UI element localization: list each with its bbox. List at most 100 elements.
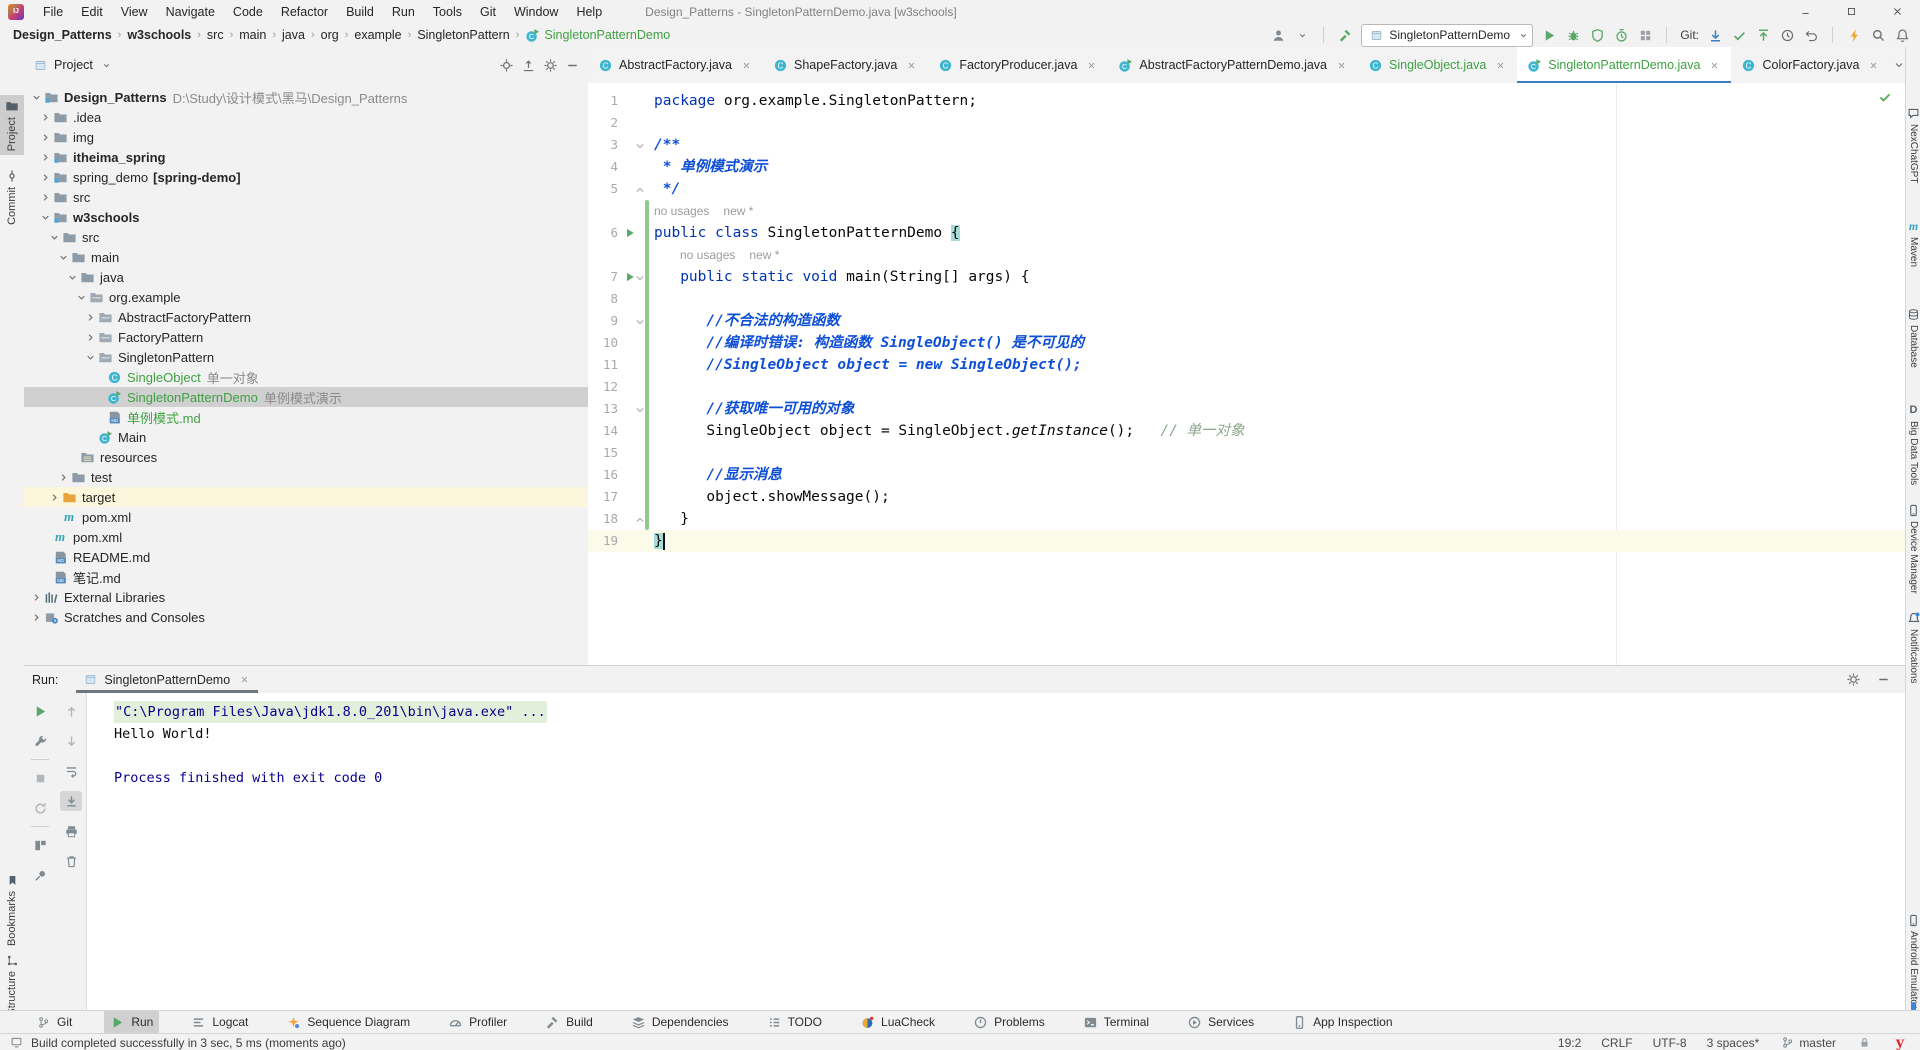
next-occurrence-button[interactable] [60,731,82,751]
chevron-right-icon[interactable] [39,113,52,122]
close-window-button[interactable] [1874,0,1920,23]
stripe-item-project[interactable]: Project [0,95,24,156]
code-line-6[interactable]: 6 public class SingletonPatternDemo { [588,222,1905,244]
stripe-item-android-emulator[interactable]: Android Emulator [1906,909,1920,1012]
menu-run[interactable]: Run [383,0,424,23]
code-editor[interactable]: 1 package org.example.SingletonPattern; 2 3… [588,83,1905,665]
code-line-10[interactable]: 10 //编译时错误: 构造函数 SingleObject() 是不可见的 [588,332,1905,354]
indent-setting[interactable]: 3 spaces* [1707,1036,1760,1050]
tree-item-笔记-md[interactable]: MD 笔记.md [24,567,588,587]
profiler-button[interactable] [1613,27,1629,43]
inspections-ok-icon[interactable] [1877,89,1893,105]
run-line-icon[interactable] [624,226,636,244]
hint-usages[interactable]: no usages [654,204,709,218]
stripe-item-big-data-tools[interactable]: D Big Data Tools [1906,399,1920,489]
chevron-right-icon[interactable] [84,313,97,322]
toolwindow-button-run[interactable]: Run [104,1011,160,1033]
stripe-item-device-manager[interactable]: Device Manager [1906,499,1920,598]
toolwindow-button-logcat[interactable]: Logcat [185,1011,254,1033]
select-opened-file-button[interactable] [498,57,514,73]
code-line-2[interactable]: 2 [588,112,1905,134]
menu-tools[interactable]: Tools [424,0,471,23]
tree-item-external-libraries[interactable]: External Libraries [24,587,588,607]
editor-tab-shapefactory-java[interactable]: C ShapeFactory.java [763,47,928,83]
ide-updates-button[interactable] [1846,27,1862,43]
restore-layout-button[interactable] [29,835,51,855]
tree-item-spring-demo[interactable]: spring_demo [spring-demo] [24,167,588,187]
tree-item-单例模式-md[interactable]: MD 单例模式.md [24,407,588,427]
editor-tab-factoryproducer-java[interactable]: C FactoryProducer.java [928,47,1108,83]
menu-git[interactable]: Git [471,0,505,23]
fold-down-icon[interactable] [635,402,645,420]
user-menu[interactable] [1270,27,1286,43]
git-push-button[interactable] [1755,27,1771,43]
tab-close-icon[interactable] [1866,57,1882,73]
run-config-combo[interactable]: SingletonPatternDemo [1361,23,1534,47]
chevron-down-icon[interactable] [39,213,52,222]
menu-window[interactable]: Window [505,0,567,23]
toolwindow-button-profiler[interactable]: Profiler [442,1011,513,1033]
tab-close-icon[interactable] [1706,57,1722,73]
menu-navigate[interactable]: Navigate [157,0,224,23]
fold-down-icon[interactable] [635,138,645,156]
git-branch[interactable]: master [1779,1035,1836,1050]
fold-up-icon[interactable] [635,182,645,200]
collapse-all-button[interactable] [520,57,536,73]
stop-button[interactable] [29,768,51,788]
code-line-1[interactable]: 1 package org.example.SingletonPattern; [588,90,1905,112]
menu-edit[interactable]: Edit [72,0,112,23]
code-line-9[interactable]: 9 //不合法的构造函数 [588,310,1905,332]
print-button[interactable] [60,821,82,841]
minimize-window-button[interactable] [1782,0,1828,23]
tree-item-w3schools[interactable]: w3schools [24,207,588,227]
chevron-right-icon[interactable] [30,613,43,622]
tree-item-src[interactable]: src [24,227,588,247]
tree-item-main[interactable]: main [24,247,588,267]
breadcrumb-item-w3schools[interactable]: w3schools [124,28,194,42]
tree-item-pom-xml[interactable]: m pom.xml [24,507,588,527]
hide-panel-button[interactable] [564,57,580,73]
run-layout-button[interactable] [1637,27,1653,43]
pin-tab-button[interactable] [29,865,51,885]
rerun-button[interactable] [29,701,51,721]
project-panel-title[interactable]: Project [54,58,93,72]
chevron-down-icon[interactable] [99,57,115,73]
chevron-right-icon[interactable] [30,593,43,602]
fold-down-icon[interactable] [635,270,645,288]
tree-item-src[interactable]: src [24,187,588,207]
scroll-to-end-button[interactable] [60,791,82,811]
tab-close-icon[interactable] [1083,57,1099,73]
tree-item-main[interactable]: C Main [24,427,588,447]
code-line-14[interactable]: 14 SingleObject object = SingleObject.ge… [588,420,1905,442]
code-line-7[interactable]: 7 public static void main(String[] args)… [588,266,1905,288]
tree-item-factorypattern[interactable]: FactoryPattern [24,327,588,347]
tree-item-target[interactable]: target [24,487,588,507]
code-line-3[interactable]: 3 /** [588,134,1905,156]
toolwindow-button-git[interactable]: Git [30,1011,78,1033]
tree-item-singletonpatterndemo[interactable]: C SingletonPatternDemo 单例模式演示 [24,387,588,407]
notifications-button[interactable] [1894,27,1910,43]
chevron-right-icon[interactable] [57,473,70,482]
tree-item-idea[interactable]: .idea [24,107,588,127]
editor-tab-abstractfactorypatterndemo-java[interactable]: C AbstractFactoryPatternDemo.java [1108,47,1358,83]
chevron-down-icon[interactable] [48,233,61,242]
run-settings-button[interactable] [29,731,51,751]
chevron-right-icon[interactable] [39,193,52,202]
chevron-right-icon[interactable] [48,493,61,502]
toolwindow-button-dependencies[interactable]: Dependencies [625,1011,735,1033]
prev-occurrence-button[interactable] [60,701,82,721]
toolwindow-button-problems[interactable]: Problems [967,1011,1051,1033]
tree-item-scratches-and-consoles[interactable]: Scratches and Consoles [24,607,588,627]
stripe-item-database[interactable]: Database [1906,303,1920,372]
chevron-down-icon[interactable] [66,273,79,282]
toolwindow-button-app-inspection[interactable]: App Inspection [1286,1011,1398,1033]
tree-item-java[interactable]: java [24,267,588,287]
code-line-16[interactable]: 16 //显示消息 [588,464,1905,486]
toolwindow-button-services[interactable]: Services [1181,1011,1260,1033]
fold-up-icon[interactable] [635,512,645,530]
chevron-right-icon[interactable] [39,133,52,142]
soft-wrap-button[interactable] [60,761,82,781]
hint-usages[interactable]: no usages [680,248,735,262]
search-everywhere-button[interactable] [1870,27,1886,43]
tree-item-design-patterns[interactable]: Design_Patterns D:\Study\设计模式\黑马\Design_P… [24,87,588,107]
